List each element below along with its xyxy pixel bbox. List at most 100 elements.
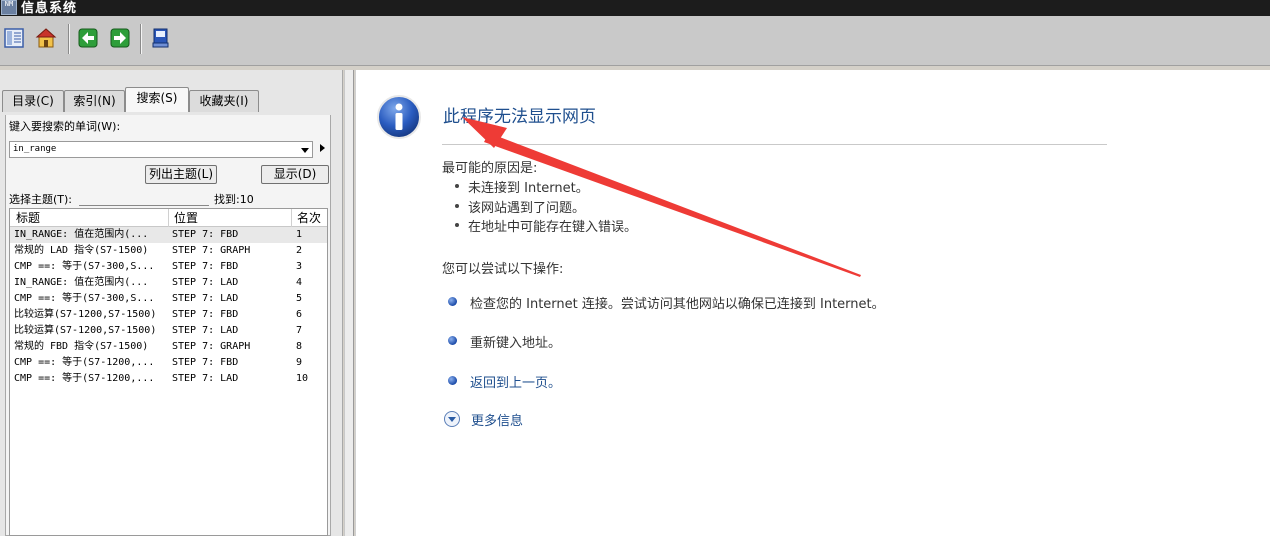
results-header: 标题 位置 名次 (10, 209, 327, 227)
tab-contents[interactable]: 目录(C) (2, 90, 64, 112)
toolbar-separator (68, 24, 70, 54)
bullet-icon (448, 376, 457, 385)
row-rank: 8 (296, 341, 303, 352)
title-bar: NM 信息系统 (0, 0, 1270, 16)
list-topics-button[interactable]: 列出主题(L) (145, 165, 217, 184)
row-title: IN_RANGE: 值在范围内(... (14, 229, 149, 240)
row-rank: 4 (296, 277, 303, 288)
row-location: STEP 7: FBD (172, 309, 239, 320)
print-icon (152, 28, 169, 48)
row-rank: 1 (296, 229, 303, 240)
row-rank: 5 (296, 293, 303, 304)
bullet-icon (448, 297, 457, 306)
forward-button[interactable] (108, 26, 132, 50)
more-info-label[interactable]: 更多信息 (471, 410, 523, 429)
table-row[interactable]: 比较运算(S7-1200,S7-1500) STEP 7: FBD 6 (10, 307, 327, 323)
expand-chevron-icon[interactable] (444, 411, 460, 427)
print-button[interactable] (149, 26, 173, 50)
row-title: CMP ==: 等于(S7-1200,... (14, 357, 155, 368)
cause-item: 未连接到 Internet。 (455, 177, 589, 196)
cause-item: 在地址中可能存在键入错误。 (455, 216, 638, 235)
table-row[interactable]: CMP ==: 等于(S7-300,S... STEP 7: FBD 3 (10, 259, 327, 275)
table-row[interactable]: 比较运算(S7-1200,S7-1500) STEP 7: LAD 7 (10, 323, 327, 339)
row-rank: 6 (296, 309, 303, 320)
row-title: CMP ==: 等于(S7-300,S... (14, 261, 155, 272)
column-divider[interactable] (168, 209, 169, 227)
row-location: STEP 7: FBD (172, 229, 239, 240)
row-location: STEP 7: LAD (172, 293, 239, 304)
cause-text: 未连接到 Internet。 (468, 181, 589, 196)
bullet-icon (455, 184, 459, 188)
tab-index[interactable]: 索引(N) (64, 90, 125, 112)
tab-favorites[interactable]: 收藏夹(I) (189, 90, 259, 112)
keyword-value: in_range (13, 144, 57, 154)
table-row[interactable]: 常规的 FBD 指令(S7-1500) STEP 7: GRAPH 8 (10, 339, 327, 355)
topic-underline (79, 205, 209, 206)
row-title: 比较运算(S7-1200,S7-1500) (14, 309, 157, 320)
row-location: STEP 7: LAD (172, 373, 239, 384)
column-header-rank[interactable]: 名次 (297, 210, 321, 226)
content-pane: 此程序无法显示网页 最可能的原因是: 未连接到 Internet。 该网站遇到了… (355, 70, 1270, 536)
row-rank: 2 (296, 245, 303, 256)
display-button[interactable]: 显示(D) (261, 165, 329, 184)
row-title: CMP ==: 等于(S7-300,S... (14, 293, 155, 304)
column-divider[interactable] (291, 209, 292, 227)
row-location: STEP 7: GRAPH (172, 341, 251, 352)
column-header-location[interactable]: 位置 (174, 210, 198, 226)
bullet-icon (455, 204, 459, 208)
row-title: IN_RANGE: 值在范围内(... (14, 277, 149, 288)
pane-splitter[interactable] (344, 70, 354, 536)
row-rank: 7 (296, 325, 303, 336)
table-row[interactable]: 常规的 LAD 指令(S7-1500) STEP 7: GRAPH 2 (10, 243, 327, 259)
bullet-icon (455, 223, 459, 227)
hide-pane-button[interactable] (2, 26, 26, 50)
row-title: 比较运算(S7-1200,S7-1500) (14, 325, 157, 336)
back-button[interactable] (76, 26, 100, 50)
app-icon-text: NM (4, 0, 14, 8)
window-title: 信息系统 (21, 1, 78, 16)
action-text: 检查您的 Internet 连接。尝试访问其他网站以确保已连接到 Interne… (470, 297, 885, 312)
table-row[interactable]: IN_RANGE: 值在范围内(... STEP 7: FBD 1 (10, 227, 327, 243)
action-text[interactable]: 返回到上一页。 (470, 376, 561, 391)
app-icon: NM (1, 0, 17, 15)
home-button[interactable] (34, 26, 58, 50)
keyword-combobox[interactable]: in_range (9, 141, 313, 158)
action-text: 重新键入地址。 (470, 336, 562, 351)
row-location: STEP 7: LAD (172, 277, 239, 288)
found-count: 找到:10 (214, 193, 254, 206)
chevron-down-icon[interactable] (301, 148, 309, 153)
table-row[interactable]: CMP ==: 等于(S7-1200,... STEP 7: FBD 9 (10, 355, 327, 371)
toolbar (0, 16, 1270, 66)
results-list[interactable]: 标题 位置 名次 IN_RANGE: 值在范围内(... STEP 7: FBD 1… (9, 208, 328, 536)
search-panel: 键入要搜索的单词(W): in_range 列出主题(L) 显示(D) 选择主题… (5, 115, 331, 536)
row-location: STEP 7: FBD (172, 357, 239, 368)
row-title: CMP ==: 等于(S7-1200,... (14, 373, 155, 384)
row-location: STEP 7: GRAPH (172, 245, 251, 256)
row-rank: 10 (296, 373, 309, 384)
home-icon (35, 28, 57, 48)
keyword-label: 键入要搜索的单词(W): (9, 120, 121, 133)
chevron-right-icon[interactable] (320, 144, 325, 152)
table-row[interactable]: CMP ==: 等于(S7-1200,... STEP 7: LAD 10 (10, 371, 327, 387)
row-title: 常规的 FBD 指令(S7-1500) (14, 341, 149, 352)
toc-pane-icon (4, 28, 24, 48)
tab-search[interactable]: 搜索(S) (125, 87, 189, 112)
go-back-link[interactable]: 返回到上一页。 (448, 372, 561, 391)
select-topic-label: 选择主题(T): (9, 193, 73, 206)
page-title: 此程序无法显示网页 (443, 107, 596, 127)
forward-arrow-icon (110, 28, 130, 48)
try-heading: 您可以尝试以下操作: (442, 262, 564, 277)
cause-text: 在地址中可能存在键入错误。 (468, 220, 638, 235)
column-header-title[interactable]: 标题 (16, 210, 40, 226)
bullet-icon (448, 336, 457, 345)
cause-text: 该网站遇到了问题。 (468, 201, 586, 216)
navigation-pane: 目录(C) 索引(N) 搜索(S) 收藏夹(I) 键入要搜索的单词(W): in… (0, 70, 343, 536)
row-rank: 3 (296, 261, 303, 272)
row-location: STEP 7: LAD (172, 325, 239, 336)
action-retype-address: 重新键入地址。 (448, 332, 562, 351)
row-title: 常规的 LAD 指令(S7-1500) (14, 245, 149, 256)
table-row[interactable]: CMP ==: 等于(S7-300,S... STEP 7: LAD 5 (10, 291, 327, 307)
info-icon (377, 95, 421, 139)
action-check-connection: 检查您的 Internet 连接。尝试访问其他网站以确保已连接到 Interne… (448, 293, 885, 312)
table-row[interactable]: IN_RANGE: 值在范围内(... STEP 7: LAD 4 (10, 275, 327, 291)
